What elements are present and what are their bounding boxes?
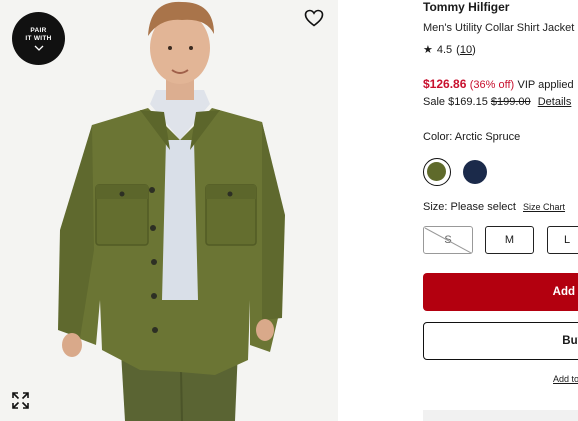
buy-button-label: Buy (562, 335, 578, 347)
pair-it-with-button[interactable]: PAIR IT WITH (12, 12, 65, 65)
star-icon: ★ (423, 44, 433, 56)
swatch-fill (463, 160, 487, 184)
swatch-arctic-spruce[interactable] (423, 158, 451, 186)
swatch-fill (427, 162, 446, 181)
product-image-area[interactable]: PAIR IT WITH (0, 0, 338, 421)
add-to-list-link[interactable]: Add to (553, 374, 578, 384)
pair-badge-line1: PAIR (30, 26, 47, 34)
brand-name[interactable]: Tommy Hilfiger (423, 0, 509, 14)
product-name: Men's Utility Collar Shirt Jacket (423, 22, 575, 34)
rating-value: 4.5 (436, 43, 453, 56)
color-label: Color: Arctic Spruce (423, 131, 521, 143)
product-rating[interactable]: ★ 4.5 (10) (423, 43, 476, 57)
unavailable-slash-icon (424, 227, 472, 253)
size-chart-link[interactable]: Size Chart (523, 202, 565, 212)
size-option-m[interactable]: M (485, 226, 534, 254)
price-details-link[interactable]: Details (538, 96, 572, 108)
product-details: Tommy Hilfiger Men's Utility Collar Shir… (423, 0, 578, 421)
expand-arrows-icon[interactable] (12, 392, 29, 409)
vip-applied-text: VIP applied (517, 79, 574, 91)
add-button-label: Add (552, 286, 575, 298)
size-option-s[interactable]: S (423, 226, 473, 254)
product-photo (0, 0, 338, 421)
chevron-down-icon (34, 45, 43, 51)
price-line: $126.86 (36% off) VIP applied (423, 77, 574, 91)
discount-percent: (36% off) (469, 79, 515, 91)
current-price: $126.86 (423, 77, 467, 91)
size-label: Size: Please select (423, 201, 516, 213)
sale-price: Sale $169.15 (423, 96, 488, 108)
size-option-l[interactable]: L (547, 226, 578, 254)
sale-line: Sale $169.15 $199.00 Details (423, 96, 571, 108)
original-price: $199.00 (490, 96, 531, 108)
bottom-panel (423, 410, 578, 421)
add-to-bag-button[interactable]: Add (423, 273, 578, 311)
size-label-m: M (504, 234, 515, 246)
buy-now-button[interactable]: Buy (423, 322, 578, 360)
swatch-navy[interactable] (461, 158, 489, 186)
heart-outline-icon[interactable] (304, 9, 324, 27)
pair-badge-line2: IT WITH (25, 34, 52, 42)
review-count-link[interactable]: 10 (460, 44, 472, 56)
size-label-l: L (563, 234, 571, 246)
